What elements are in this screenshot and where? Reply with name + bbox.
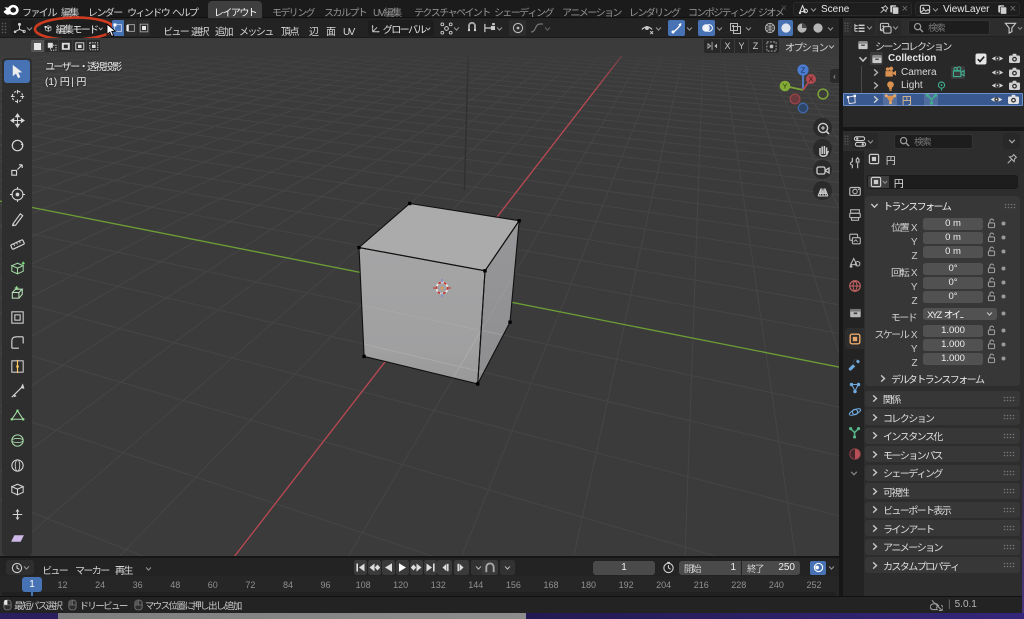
svg-text:X: X — [808, 75, 813, 84]
svg-text:Z: Z — [801, 66, 806, 75]
svg-text:Y: Y — [782, 82, 787, 91]
